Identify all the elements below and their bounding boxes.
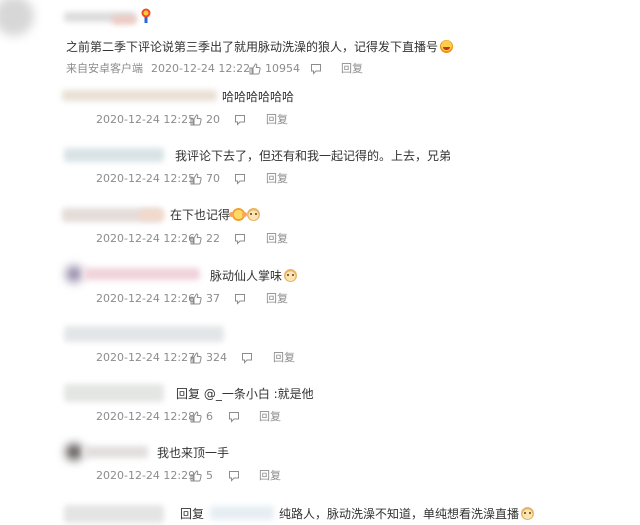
reply-like-button[interactable]: 6	[190, 410, 213, 424]
thumbs-up-icon	[190, 233, 202, 245]
reply-text: 我评论下去了，但还有和我一起记得的。上去，兄弟	[175, 149, 452, 163]
comment-bubble-icon	[229, 471, 239, 482]
reply-like-button[interactable]: 5	[190, 469, 213, 483]
laugh-emoji-icon	[440, 40, 454, 53]
reply-link[interactable]: 回复	[259, 410, 281, 424]
doge-emoji-icon	[247, 208, 261, 221]
reply-like-button[interactable]: 20	[190, 113, 220, 127]
comment-bubble-icon	[235, 294, 245, 305]
reply-text-content: 脉动仙人掌味	[210, 269, 283, 283]
reply-avatar[interactable]	[66, 444, 82, 460]
thumbs-up-icon	[190, 352, 202, 364]
reply-like-count: 37	[206, 292, 220, 305]
reply-time: 2020-12-24 12:25	[96, 172, 196, 185]
reply-comment-button[interactable]	[234, 173, 246, 185]
comment-bubble-icon	[242, 353, 252, 364]
reply-text-content: 在下也记得	[170, 208, 231, 222]
thumbs-up-icon	[190, 114, 202, 126]
comment-bubble-icon	[235, 174, 245, 185]
reply-like-button[interactable]: 22	[190, 232, 220, 246]
reply-comment-button[interactable]	[241, 352, 253, 364]
reply-like-count: 20	[206, 113, 220, 126]
reply-link[interactable]: 回复	[273, 351, 295, 365]
reply-text: 我也来顶一手	[157, 446, 230, 460]
reply-like-button[interactable]: 37	[190, 292, 220, 306]
main-comment-text: 之前第二季下评论说第三季出了就用脉动洗澡的狼人，记得发下直播号	[66, 39, 454, 55]
reply-time: 2020-12-24 12:28	[96, 410, 196, 423]
reply-username-blurred[interactable]	[84, 446, 148, 458]
reply-like-button[interactable]: 324	[190, 351, 227, 365]
reply-like-count: 324	[206, 351, 227, 364]
thumbs-up-icon	[249, 63, 261, 75]
client-label: 来自安卓客户端	[66, 62, 143, 75]
thumbs-up-icon	[190, 411, 202, 423]
comment-bubble-icon	[229, 412, 239, 423]
thumbs-up-icon	[190, 173, 202, 185]
reply-time: 2020-12-24 12:27	[96, 351, 196, 364]
reply-time: 2020-12-24 12:26	[96, 232, 196, 245]
reply-avatar[interactable]	[66, 266, 82, 282]
doge-emoji-icon	[521, 507, 535, 520]
main-avatar[interactable]	[0, 0, 34, 36]
thumbs-up-icon	[190, 470, 202, 482]
reply-text-content: 纯路人，脉动洗澡不知道，单纯想看洗澡直播	[279, 507, 520, 521]
reply-text-prefix: 回复	[180, 507, 205, 521]
reply-comment-button[interactable]	[234, 293, 246, 305]
main-username-blurred-2	[112, 16, 136, 24]
reply-text: 脉动仙人掌味	[210, 268, 298, 284]
reply-username-blurred[interactable]	[84, 268, 200, 280]
reply-time: 2020-12-24 12:25	[96, 113, 196, 126]
reply-username-accent-blurred	[140, 210, 164, 220]
reply-avatar-username-blurred[interactable]	[64, 148, 164, 162]
reply-text: 哈哈哈哈哈哈	[222, 90, 295, 104]
reply-comment-button[interactable]	[234, 233, 246, 245]
main-like-button[interactable]: 10954	[249, 62, 300, 76]
reply-like-button[interactable]: 70	[190, 172, 220, 186]
reply-comment-button[interactable]	[228, 470, 240, 482]
cheer-emoji-icon	[229, 208, 246, 221]
reply-like-count: 70	[206, 172, 220, 185]
main-comment-time: 2020-12-24 12:22	[151, 62, 251, 75]
reply-link[interactable]: 回复	[266, 172, 288, 186]
reply-text: 回复 @_一条小白 :就是他	[176, 387, 314, 401]
reply-link[interactable]: 回复	[266, 113, 288, 127]
reply-text: 纯路人，脉动洗澡不知道，单纯想看洗澡直播	[279, 506, 535, 522]
thumbs-up-icon	[190, 293, 202, 305]
reply-link[interactable]: 回复	[259, 469, 281, 483]
reply-like-count: 5	[206, 469, 213, 482]
reply-time: 2020-12-24 12:29	[96, 469, 196, 482]
comment-bubble-icon	[235, 234, 245, 245]
reply-text: 在下也记得	[170, 207, 261, 223]
reply-avatar-username-blurred[interactable]	[62, 90, 217, 101]
comment-bubble-icon	[311, 64, 321, 75]
reply-comment-button[interactable]	[234, 114, 246, 126]
reply-avatar-username-blurred[interactable]	[64, 505, 164, 523]
reply-avatar-username-blurred[interactable]	[64, 326, 224, 342]
reply-avatar-username-blurred[interactable]	[64, 384, 164, 402]
reply-comment-button[interactable]	[228, 411, 240, 423]
reply-link[interactable]: 回复	[266, 292, 288, 306]
doge-emoji-icon	[284, 269, 298, 282]
main-comment-bubble-button[interactable]	[310, 63, 322, 75]
reply-like-count: 22	[206, 232, 220, 245]
comment-bubble-icon	[235, 115, 245, 126]
reply-link[interactable]: 回复	[266, 232, 288, 246]
reply-mention-blurred[interactable]	[210, 506, 274, 520]
reply-like-count: 6	[206, 410, 213, 423]
main-reply-link[interactable]: 回复	[341, 62, 363, 76]
reply-time: 2020-12-24 12:26	[96, 292, 196, 305]
main-comment-text-content: 之前第二季下评论说第三季出了就用脉动洗澡的狼人，记得发下直播号	[66, 40, 439, 54]
member-badge-icon	[141, 8, 151, 23]
main-like-count: 10954	[265, 62, 300, 75]
